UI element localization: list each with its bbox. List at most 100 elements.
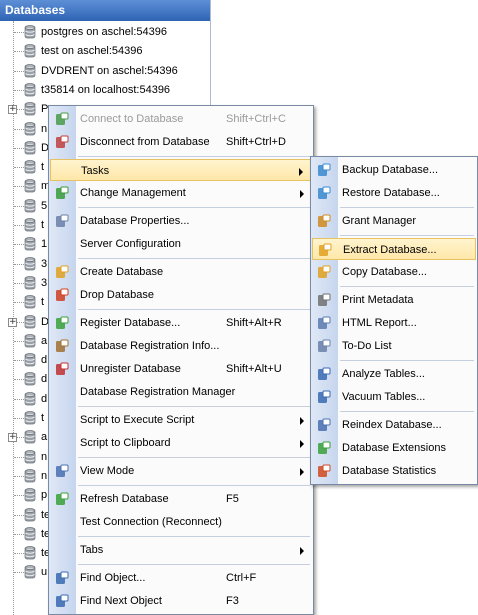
menu-item-reg-manager[interactable]: Database Registration Manager xyxy=(50,381,312,403)
menu-item-print-meta[interactable]: Print Metadata xyxy=(312,289,476,311)
tree-connector xyxy=(14,553,24,555)
menu-item-reg-info[interactable]: Database Registration Info... xyxy=(50,335,312,357)
expand-icon[interactable]: + xyxy=(8,433,17,443)
menu-item-label: Database Registration Manager xyxy=(80,386,236,398)
menu-item-analyze[interactable]: Analyze Tables... xyxy=(312,363,476,385)
register-database-icon xyxy=(54,315,70,331)
menu-separator xyxy=(340,360,474,361)
menu-item-change-management[interactable]: Change Management xyxy=(50,182,312,204)
menu-item-restore[interactable]: Restore Database... xyxy=(312,182,476,204)
tree-connector xyxy=(14,263,24,265)
tree-connector xyxy=(14,225,24,226)
tree-connector xyxy=(14,186,24,188)
drop-database-icon xyxy=(54,287,70,303)
menu-item-label: Print Metadata xyxy=(342,294,414,306)
extract-icon xyxy=(317,242,333,258)
menu-item-label: To-Do List xyxy=(342,340,392,352)
menu-item-label: Change Management xyxy=(80,187,186,199)
database-icon xyxy=(24,565,36,580)
menu-item-todo[interactable]: To-Do List xyxy=(312,335,476,357)
tree-connector xyxy=(14,70,24,72)
menu-item-test-conn[interactable]: Test Connection (Reconnect) xyxy=(50,511,312,533)
tree-item-label: 1 xyxy=(41,238,48,251)
tree-item-database[interactable]: DVDRENT on aschel:54396 xyxy=(0,62,210,81)
menu-separator xyxy=(340,207,474,208)
panel-title: Databases xyxy=(0,0,210,21)
tree-connector xyxy=(14,32,24,33)
extensions-icon xyxy=(316,440,332,456)
menu-item-label: Tabs xyxy=(80,544,104,556)
menu-item-backup[interactable]: Backup Database... xyxy=(312,159,476,181)
connect-icon xyxy=(54,111,70,127)
menu-item-tasks[interactable]: Tasks xyxy=(50,159,312,181)
submenu-arrow-icon xyxy=(300,440,304,448)
tree-item-label: test on aschel:54396 xyxy=(41,45,143,58)
menu-item-tabs[interactable]: Tabs xyxy=(50,539,312,561)
menu-item-script-exec[interactable]: Script to Execute Script xyxy=(50,409,312,431)
menu-item-reindex[interactable]: Reindex Database... xyxy=(312,414,476,436)
database-icon xyxy=(24,83,36,98)
tree-connector xyxy=(14,340,24,342)
expand-icon[interactable]: + xyxy=(8,317,17,327)
registration-info-icon xyxy=(54,338,70,354)
submenu-arrow-icon xyxy=(300,417,304,425)
menu-item-shortcut: Shift+Alt+U xyxy=(226,363,282,375)
database-icon xyxy=(24,469,36,484)
menu-item-label: Tasks xyxy=(81,165,110,177)
menu-item-server-config[interactable]: Server Configuration xyxy=(50,233,312,255)
menu-item-html-report[interactable]: HTML Report... xyxy=(312,312,476,334)
tree-connector xyxy=(14,533,24,535)
tree-item-database[interactable]: postgres on aschel:54396 xyxy=(0,23,210,42)
menu-item-vacuum[interactable]: Vacuum Tables... xyxy=(312,386,476,408)
restore-icon xyxy=(316,185,332,201)
menu-item-db-properties[interactable]: Database Properties... xyxy=(50,210,312,232)
menu-item-stats[interactable]: Database Statistics xyxy=(312,460,476,482)
menu-item-grant[interactable]: Grant Manager xyxy=(312,210,476,232)
tree-item-database[interactable]: t35814 on localhost:54396 xyxy=(0,81,210,100)
menu-item-label: Script to Clipboard xyxy=(80,437,171,449)
tree-item-label: t35814 on localhost:54396 xyxy=(41,83,171,96)
database-icon xyxy=(24,63,36,79)
menu-item-label: Find Object... xyxy=(80,572,146,584)
tree-item-label: d xyxy=(41,392,48,405)
unregister-database-icon xyxy=(54,361,70,377)
menu-item-copy[interactable]: Copy Database... xyxy=(312,261,476,283)
tree-item-database[interactable]: test on aschel:54396 xyxy=(0,42,210,61)
tree-connector xyxy=(14,282,24,284)
create-database-icon xyxy=(54,264,70,280)
menu-item-label: Vacuum Tables... xyxy=(342,391,426,403)
menu-item-register-db[interactable]: Register Database... Shift+Alt+R xyxy=(50,312,312,334)
menu-item-create-db[interactable]: Create Database xyxy=(50,261,312,283)
menu-item-shortcut: F3 xyxy=(226,595,239,607)
submenu-arrow-icon xyxy=(300,190,304,198)
statistics-icon xyxy=(316,463,332,479)
menu-item-refresh[interactable]: Refresh Database F5 xyxy=(50,488,312,510)
database-icon xyxy=(24,488,36,503)
menu-item-drop-db[interactable]: Drop Database xyxy=(50,284,312,306)
menu-item-disconnect[interactable]: Disconnect from Database Shift+Ctrl+D xyxy=(50,131,312,153)
menu-item-label: Backup Database... xyxy=(342,164,439,176)
tree-connector xyxy=(14,572,24,574)
database-icon xyxy=(24,449,36,465)
vacuum-tables-icon xyxy=(316,389,332,405)
copy-database-icon xyxy=(316,264,332,280)
menu-item-extensions[interactable]: Database Extensions xyxy=(312,437,476,459)
menu-item-label: Restore Database... xyxy=(342,187,440,199)
menu-item-find-next[interactable]: Find Next Object F3 xyxy=(50,590,312,612)
tasks-submenu: Backup Database... Restore Database... Gra… xyxy=(310,156,478,485)
menu-item-view-mode[interactable]: View Mode xyxy=(50,460,312,482)
tree-connector xyxy=(14,418,24,419)
find-next-icon xyxy=(54,593,70,609)
tree-connector xyxy=(14,205,24,207)
menu-item-shortcut: Shift+Ctrl+C xyxy=(226,113,286,125)
menu-item-connect[interactable]: Connect to Database Shift+Ctrl+C xyxy=(50,108,312,130)
backup-icon xyxy=(316,162,332,178)
database-icon xyxy=(24,411,36,426)
menu-item-script-clip[interactable]: Script to Clipboard xyxy=(50,432,312,454)
menu-item-find[interactable]: Find Object... Ctrl+F xyxy=(50,567,312,589)
menu-item-unregister-db[interactable]: Unregister Database Shift+Alt+U xyxy=(50,358,312,380)
menu-item-extract[interactable]: Extract Database... xyxy=(312,238,476,260)
menu-item-shortcut: Shift+Alt+R xyxy=(226,317,282,329)
menu-separator xyxy=(78,564,310,565)
expand-icon[interactable]: + xyxy=(8,105,17,115)
